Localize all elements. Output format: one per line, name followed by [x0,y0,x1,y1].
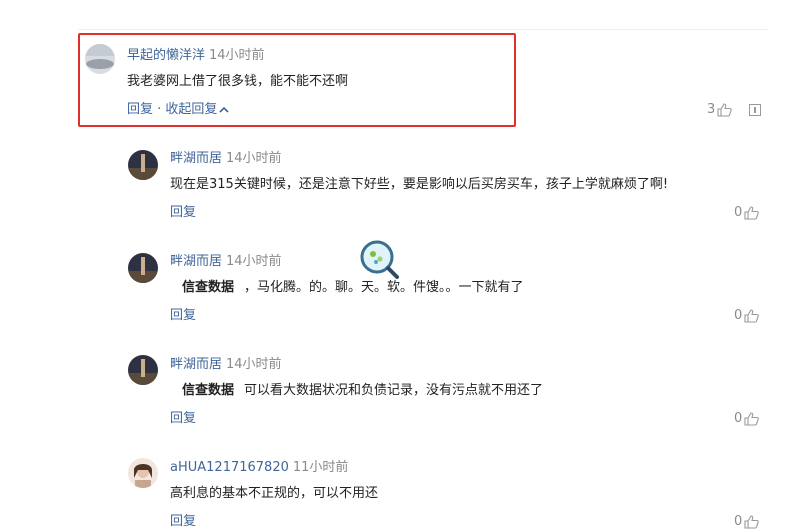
magnifier-icon [357,237,401,281]
separator: · [153,102,166,117]
comment-header: 畔湖而居 14小时前 [170,151,282,167]
comment-text: 信查数据 ，马化腾。的。聊。天。软。件馊。。一下就有了 [170,280,524,296]
collapse-replies-label: 收起回复 [165,102,218,117]
like-button[interactable]: 0 [734,411,760,427]
username[interactable]: 畔湖而居 [170,357,222,372]
comment-body: 可以看大数据状况和负债记录，没有污点就不用还了 [244,383,544,398]
reply-button[interactable]: 回复 [170,308,196,324]
comment-text: 信查数据 可以看大数据状况和负债记录，没有污点就不用还了 [170,383,543,399]
username[interactable]: aHUA1217167820 [170,460,289,475]
timestamp: 11小时前 [292,460,349,475]
comment-text: 我老婆网上借了很多钱，能不能不还啊 [127,74,349,89]
username[interactable]: 畔湖而居 [170,254,222,269]
like-count: 3 [707,102,716,117]
comment-header: 畔湖而居 14小时前 [170,357,282,373]
collapse-replies-button[interactable]: 收起回复 [165,102,230,117]
chevron-up-icon [219,106,230,113]
timestamp: 14小时前 [226,254,282,269]
reply-button[interactable]: 回复 [170,205,196,221]
comment-header: 早起的懒洋洋 14小时前 [127,48,265,64]
avatar[interactable] [128,458,158,488]
thumbs-up-icon [744,309,760,323]
timestamp: 14小时前 [226,357,282,372]
thumbs-up-icon [744,206,760,220]
keyword: 信查数据 [182,383,235,398]
like-count: 0 [734,411,743,426]
like-count: 0 [734,205,743,220]
thumbs-up-icon [744,412,760,426]
thumbs-up-icon [717,103,733,117]
like-button[interactable]: 0 [734,205,760,221]
like-button[interactable]: 3 [707,102,733,118]
timestamp: 14小时前 [226,151,282,166]
comment-body: ，马化腾。的。聊。天。软。件馊。。一下就有了 [244,280,524,295]
like-button[interactable]: 0 [734,308,760,324]
comment-text: 现在是315关键时候，还是注意下好些，要是影响以后买房买车，孩子上学就麻烦了啊! [170,177,669,192]
thumbs-up-icon [744,515,760,529]
top-divider [78,29,768,30]
reply-button[interactable]: 回复 [170,514,196,530]
username[interactable]: 早起的懒洋洋 [127,48,205,63]
avatar[interactable] [85,44,115,74]
like-count: 0 [734,308,743,323]
avatar[interactable] [128,253,158,283]
keyword: 信查数据 [182,280,235,295]
username[interactable]: 畔湖而居 [170,151,222,166]
avatar[interactable] [128,355,158,385]
like-button[interactable]: 0 [734,514,760,530]
timestamp: 14小时前 [209,48,265,63]
avatar[interactable] [128,150,158,180]
reply-button[interactable]: 回复 [127,102,153,117]
report-icon[interactable] [749,104,761,116]
comment-header: 畔湖而居 14小时前 [170,254,282,270]
like-count: 0 [734,514,743,529]
reply-button[interactable]: 回复 [170,411,196,427]
comment-actions: 回复 · 收起回复 [127,102,230,118]
comment-header: aHUA1217167820 11小时前 [170,460,348,476]
comment-text: 高利息的基本不正规的，可以不用还 [170,486,379,501]
